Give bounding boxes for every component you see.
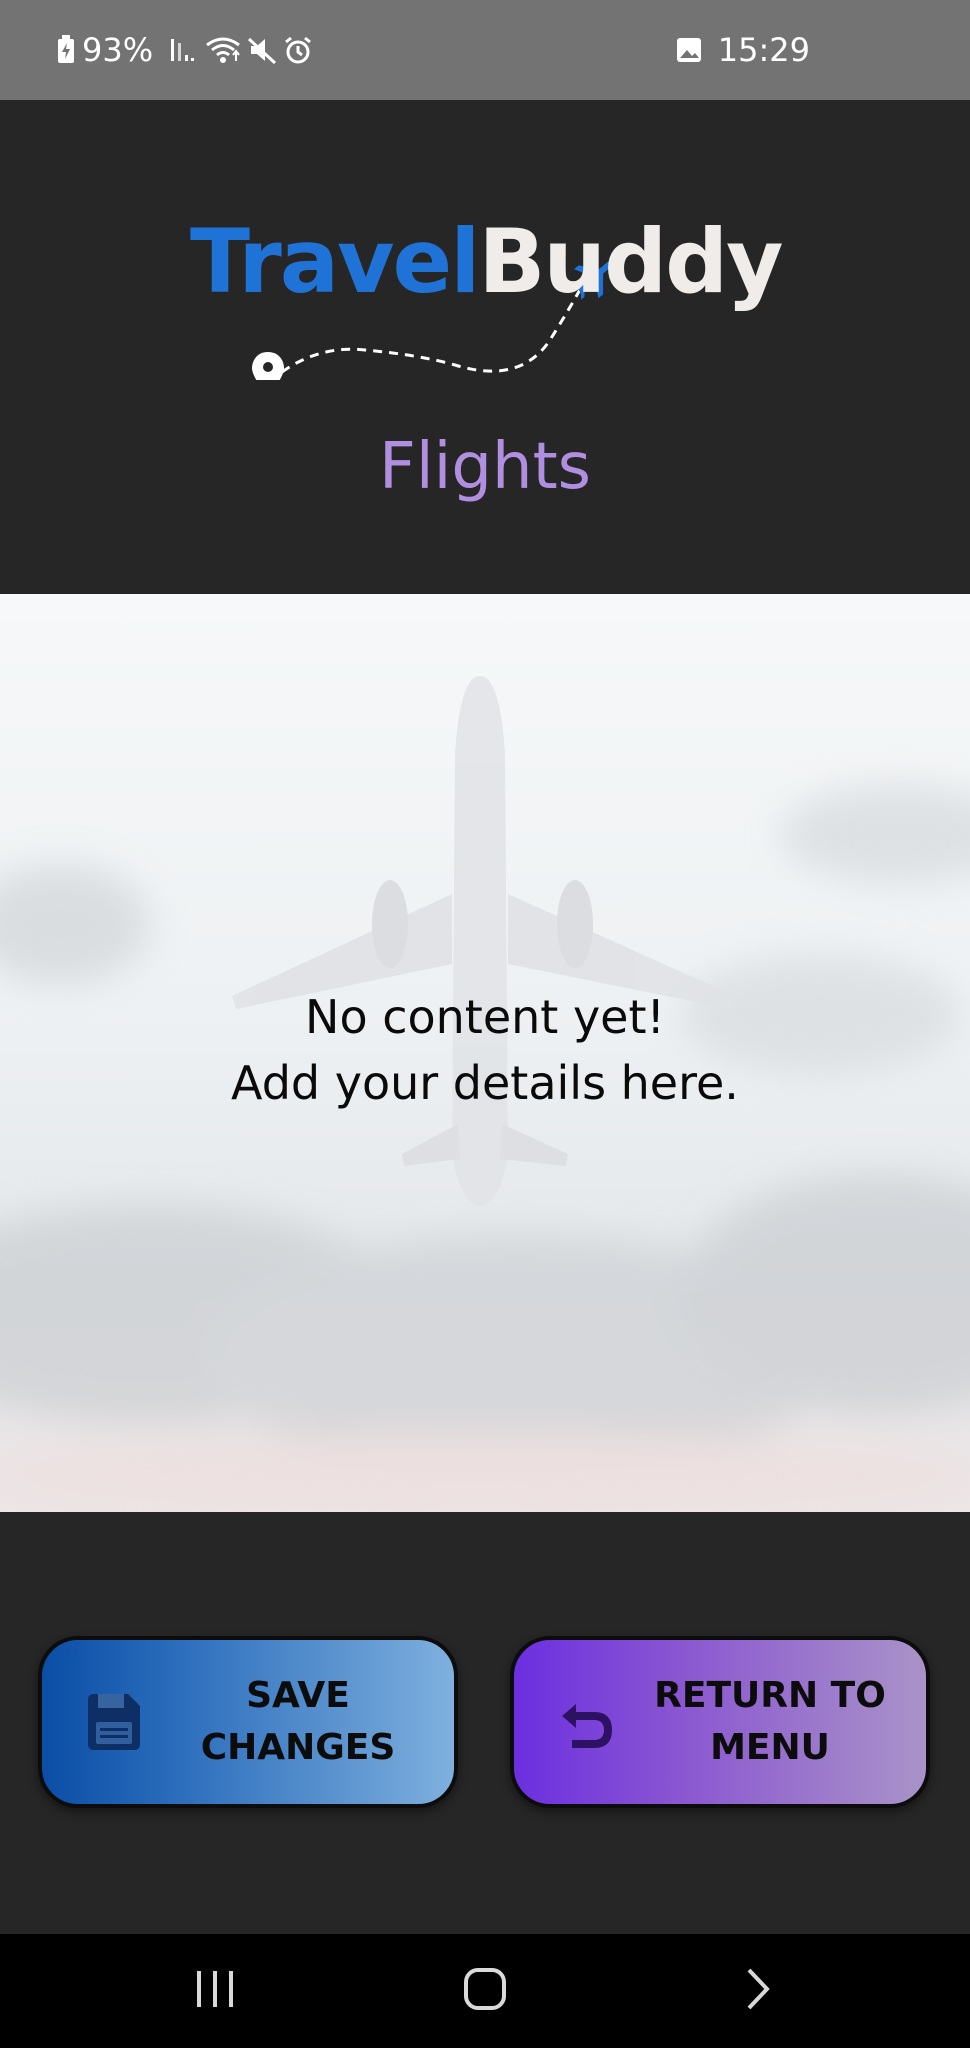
recents-icon — [193, 1969, 237, 2014]
wifi-icon — [205, 35, 241, 65]
status-right: 15:29 — [674, 0, 810, 110]
recents-button[interactable] — [155, 1934, 275, 2048]
return-to-menu-label: RETURN TO MENU — [634, 1640, 906, 1804]
return-to-menu-button[interactable]: RETURN TO MENU — [510, 1636, 930, 1808]
battery-percent: 93% — [82, 31, 154, 69]
clock: 15:29 — [717, 31, 810, 69]
back-button[interactable] — [698, 1934, 818, 2048]
empty-state-line1: No content yet! — [305, 990, 665, 1044]
airplane-silhouette — [232, 676, 735, 1206]
empty-state-line2: Add your details here. — [231, 1056, 739, 1110]
save-label-line2: CHANGES — [200, 1727, 396, 1768]
alarm-icon — [283, 35, 313, 65]
home-icon — [462, 1966, 508, 2017]
logo-buddy: Buddy — [478, 210, 783, 313]
home-button[interactable] — [425, 1934, 545, 2048]
travelbuddy-logo: TravelBuddy — [190, 170, 790, 380]
mute-icon — [247, 35, 277, 65]
page-title: Flights — [379, 430, 591, 504]
gallery-icon — [674, 35, 704, 65]
signal-icon — [169, 35, 199, 65]
back-icon — [743, 1966, 773, 2017]
status-left: 93% — [56, 0, 313, 110]
empty-state-message: No content yet! Add your details here. — [0, 984, 970, 1116]
return-label-line2: MENU — [710, 1727, 830, 1768]
app-header: TravelBuddy Flights — [0, 100, 970, 594]
undo-icon — [554, 1690, 618, 1754]
return-label-line1: RETURN TO — [654, 1675, 886, 1716]
logo-travel: Travel — [190, 210, 480, 313]
save-changes-label: SAVE CHANGES — [162, 1640, 434, 1804]
save-label-line1: SAVE — [246, 1675, 350, 1716]
battery-charging-icon — [56, 35, 76, 65]
save-changes-button[interactable]: SAVE CHANGES — [38, 1636, 458, 1808]
content-area: No content yet! Add your details here. — [0, 594, 970, 1512]
status-bar: 93% 15:29 — [0, 0, 970, 100]
save-icon — [82, 1690, 146, 1754]
system-nav-bar — [0, 1934, 970, 2048]
logo-wordmark: TravelBuddy — [190, 210, 783, 313]
action-bar: SAVE CHANGES RETURN TO MENU — [0, 1512, 970, 1934]
